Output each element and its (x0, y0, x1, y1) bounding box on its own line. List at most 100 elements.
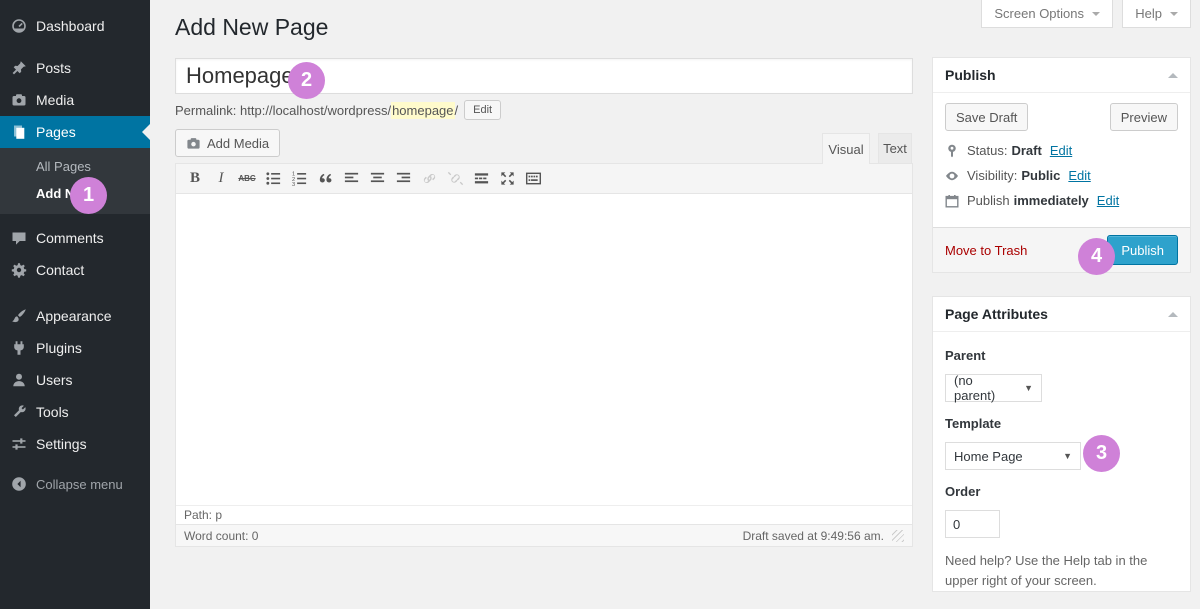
sidebar-item-label: Appearance (36, 308, 112, 324)
align-left-icon[interactable] (338, 167, 364, 191)
sidebar-item-label: Settings (36, 436, 87, 452)
chevron-down-icon (1092, 12, 1100, 20)
status-row: Status: Draft Edit (945, 143, 1178, 158)
parent-label: Parent (945, 348, 1178, 363)
order-label: Order (945, 484, 1178, 499)
page-attributes-header[interactable]: Page Attributes (933, 297, 1190, 332)
permalink-slug[interactable]: homepage (391, 102, 454, 119)
permalink-edit-button[interactable]: Edit (464, 100, 501, 120)
order-input[interactable] (945, 510, 1000, 538)
template-select[interactable]: Home Page ▼ (945, 442, 1081, 470)
sidebar-item-label: Contact (36, 262, 84, 278)
more-tag-icon[interactable] (468, 167, 494, 191)
page-attributes-body: Parent (no parent) ▼ Template Home Page … (933, 332, 1190, 601)
add-media-camera-icon (186, 136, 201, 151)
status-edit-link[interactable]: Edit (1050, 143, 1072, 158)
chevron-down-icon (1170, 12, 1178, 20)
sidebar-item-label: Comments (36, 230, 104, 246)
page-attributes-panel: Page Attributes Parent (no parent) ▼ Tem… (932, 296, 1191, 592)
publish-panel-body: Save Draft Preview Status: Draft Edit Vi… (933, 93, 1190, 228)
unlink-icon[interactable] (442, 167, 468, 191)
bold-icon[interactable]: B (182, 167, 208, 191)
help-label: Help (1135, 6, 1162, 21)
draft-saved-text: Draft saved at 9:49:56 am. (743, 529, 884, 543)
publish-panel-title: Publish (945, 67, 996, 83)
publish-panel-footer: Move to Trash Publish (933, 227, 1190, 272)
screen-options-button[interactable]: Screen Options (981, 0, 1113, 28)
numbered-list-icon[interactable]: 123 (286, 167, 312, 191)
panel-toggle-icon[interactable] (1168, 307, 1178, 317)
blockquote-icon[interactable] (312, 167, 338, 191)
status-value: Draft (1011, 143, 1041, 158)
align-right-icon[interactable] (390, 167, 416, 191)
align-center-icon[interactable] (364, 167, 390, 191)
step-badge-1: 1 (70, 177, 107, 214)
sidebar-item-label: Tools (36, 404, 69, 420)
gear-icon (10, 261, 28, 279)
publish-panel: Publish Save Draft Preview Status: Draft… (932, 57, 1191, 273)
collapse-arrow-icon (10, 475, 28, 493)
comment-bubble-icon (10, 229, 28, 247)
submenu-item-all-pages[interactable]: All Pages (0, 153, 150, 180)
tab-visual[interactable]: Visual (822, 133, 870, 164)
svg-text:3: 3 (291, 182, 294, 187)
editor-resize-handle[interactable] (892, 530, 904, 542)
editor-statusbar: Word count: 0 Draft saved at 9:49:56 am. (176, 524, 912, 546)
sidebar-item-tools[interactable]: Tools (0, 396, 150, 428)
help-button[interactable]: Help (1122, 0, 1191, 28)
status-label: Status: (967, 143, 1007, 158)
help-note: Need help? Use the Help tab in the upper… (945, 551, 1170, 591)
tab-text[interactable]: Text (878, 133, 912, 163)
sidebar-item-collapse-menu[interactable]: Collapse menu (0, 468, 150, 500)
sidebar-item-label: Plugins (36, 340, 82, 356)
bulleted-list-icon[interactable] (260, 167, 286, 191)
link-icon[interactable] (416, 167, 442, 191)
sidebar-item-label: Users (36, 372, 73, 388)
move-to-trash-link[interactable]: Move to Trash (945, 243, 1027, 258)
page-title-input[interactable] (175, 58, 913, 94)
pin-icon (10, 59, 28, 77)
sidebar-item-label: Dashboard (36, 18, 105, 34)
sliders-icon (10, 435, 28, 453)
screen-options-label: Screen Options (994, 6, 1084, 21)
visibility-label: Visibility: (967, 168, 1017, 183)
save-draft-button[interactable]: Save Draft (945, 103, 1028, 131)
permalink-trailing-slash: / (455, 103, 459, 118)
publish-panel-header[interactable]: Publish (933, 58, 1190, 93)
camera-icon (10, 91, 28, 109)
add-media-label: Add Media (207, 136, 269, 151)
calendar-icon (945, 194, 959, 208)
visibility-value: Public (1021, 168, 1060, 183)
visibility-edit-link[interactable]: Edit (1068, 168, 1090, 183)
sidebar-item-appearance[interactable]: Appearance (0, 300, 150, 332)
add-media-button[interactable]: Add Media (175, 129, 280, 157)
parent-select-value: (no parent) (954, 373, 1012, 403)
schedule-edit-link[interactable]: Edit (1097, 193, 1119, 208)
publish-button[interactable]: Publish (1107, 235, 1178, 265)
sidebar-item-settings[interactable]: Settings (0, 428, 150, 460)
dashboard-icon (10, 17, 28, 35)
editor-path-bar: Path: p (176, 505, 912, 524)
italic-icon[interactable]: I (208, 167, 234, 191)
permalink-base: http://localhost/wordpress/ (240, 103, 391, 118)
editor-content-area[interactable] (176, 194, 912, 505)
panel-toggle-icon[interactable] (1168, 68, 1178, 78)
distraction-free-icon[interactable] (494, 167, 520, 191)
toolbar-toggle-icon[interactable] (520, 167, 546, 191)
sidebar-item-comments[interactable]: Comments (0, 222, 150, 254)
sidebar-item-dashboard[interactable]: Dashboard (0, 10, 150, 42)
step-badge-2: 2 (288, 62, 325, 99)
sidebar-item-plugins[interactable]: Plugins (0, 332, 150, 364)
sidebar-item-contact[interactable]: Contact (0, 254, 150, 286)
strikethrough-icon[interactable]: ABC (234, 167, 260, 191)
sidebar-item-pages[interactable]: Pages (0, 116, 150, 148)
wrench-icon (10, 403, 28, 421)
sidebar-item-posts[interactable]: Posts (0, 52, 150, 84)
sidebar-item-label: Posts (36, 60, 71, 76)
preview-button[interactable]: Preview (1110, 103, 1178, 131)
submenu-item-label: All Pages (36, 159, 91, 174)
parent-select[interactable]: (no parent) ▼ (945, 374, 1042, 402)
sidebar-item-users[interactable]: Users (0, 364, 150, 396)
sidebar-item-media[interactable]: Media (0, 84, 150, 116)
schedule-row: Publish immediately Edit (945, 193, 1178, 208)
